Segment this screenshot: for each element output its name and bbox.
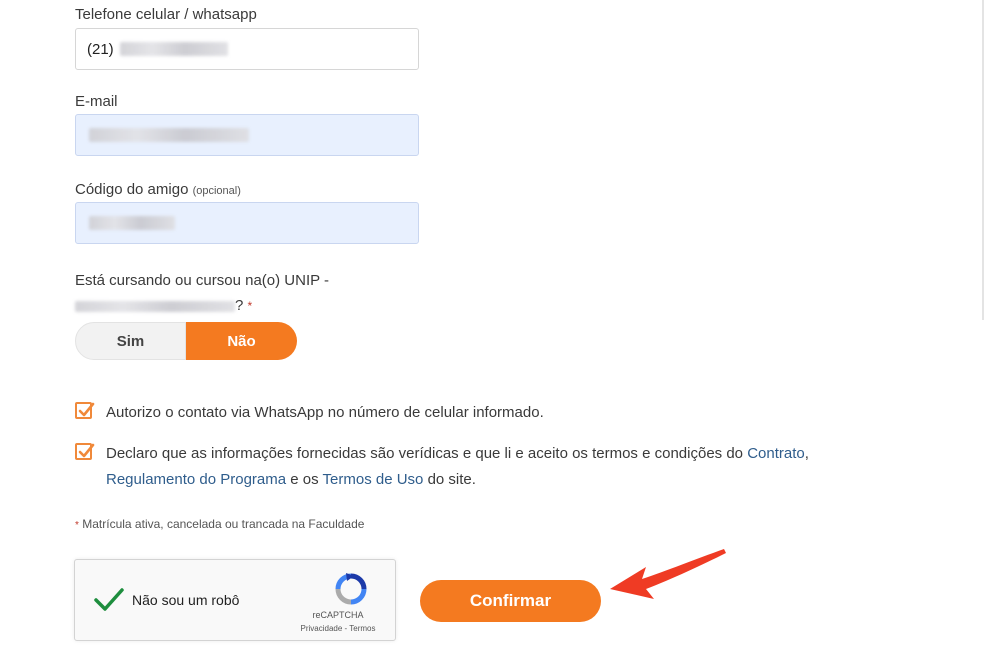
toggle-option-sim[interactable]: Sim <box>75 322 186 360</box>
terms-consent: Declaro que as informações fornecidas sã… <box>75 441 905 493</box>
footnote-text: Matrícula ativa, cancelada ou trancada n… <box>82 517 365 531</box>
recaptcha-links[interactable]: Privacidade - Termos <box>295 624 381 633</box>
question-mark: ? <box>235 297 244 314</box>
phone-input[interactable]: (21) <box>75 28 419 70</box>
terms-consent-text: Declaro que as informações fornecidas sã… <box>106 441 809 493</box>
phone-prefix: (21) <box>87 40 114 58</box>
whatsapp-consent-text: Autorizo o contato via WhatsApp no númer… <box>106 404 544 421</box>
contract-link[interactable]: Contrato <box>747 445 805 462</box>
unip-question-line2: ? * <box>75 293 329 319</box>
friend-code-input[interactable] <box>75 202 419 244</box>
recaptcha-label: Não sou um robô <box>132 592 240 608</box>
blurred-campus-name <box>75 300 235 312</box>
recaptcha-checkmark-icon[interactable] <box>93 586 125 614</box>
terms-text-1: Declaro que as informações fornecidas sã… <box>106 445 748 462</box>
blurred-phone-number <box>119 42 228 56</box>
terms-text-2: , <box>804 445 809 462</box>
email-label: E-mail <box>75 93 118 110</box>
terms-consent-checkbox[interactable] <box>75 443 95 460</box>
checkmark-icon <box>78 402 95 417</box>
blurred-friend-code <box>89 216 175 230</box>
friend-code-label: Código do amigo (opcional) <box>75 181 241 198</box>
terms-text-3: e os <box>286 471 323 488</box>
toggle-option-nao[interactable]: Não <box>186 322 297 360</box>
terms-of-use-link[interactable]: Termos de Uso <box>323 471 424 488</box>
recaptcha-widget: Não sou um robô reCAPTCHA Privacidade - … <box>74 559 396 641</box>
recaptcha-logo-icon <box>335 573 367 605</box>
blurred-email-value <box>89 128 249 142</box>
whatsapp-consent: Autorizo o contato via WhatsApp no númer… <box>75 400 544 426</box>
required-star: * <box>247 299 253 313</box>
friend-code-label-text: Código do amigo <box>75 181 189 198</box>
optional-note: (opcional) <box>192 185 241 197</box>
email-input[interactable] <box>75 114 419 156</box>
footnote-star: * <box>75 520 79 531</box>
footnote: * Matrícula ativa, cancelada ou trancada… <box>75 517 364 531</box>
red-arrow-icon <box>610 549 726 599</box>
terms-text-4: do site. <box>423 471 476 488</box>
checkmark-icon <box>78 443 95 458</box>
regulation-link[interactable]: Regulamento do Programa <box>106 471 286 488</box>
phone-label: Telefone celular / whatsapp <box>75 6 257 23</box>
confirm-button[interactable]: Confirmar <box>420 580 601 622</box>
whatsapp-consent-checkbox[interactable] <box>75 402 95 419</box>
yes-no-toggle: Sim Não <box>75 322 297 360</box>
unip-question: Está cursando ou cursou na(o) UNIP - ? * <box>75 268 329 319</box>
recaptcha-brand: reCAPTCHA <box>312 610 364 620</box>
unip-question-line1: Está cursando ou cursou na(o) UNIP - <box>75 272 330 289</box>
